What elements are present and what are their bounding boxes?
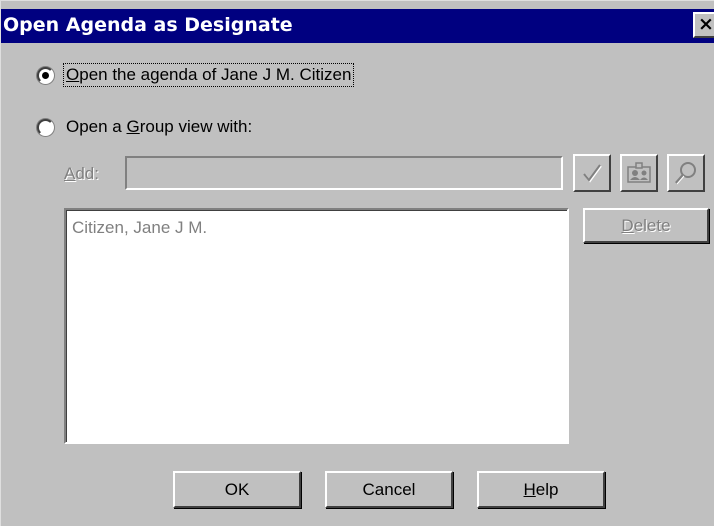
help-button[interactable]: Help: [477, 471, 605, 508]
add-label-text: dd:: [75, 164, 99, 183]
attendee-list[interactable]: Citizen, Jane J M.: [64, 208, 569, 444]
delete-label: Delete: [621, 216, 670, 236]
check-button[interactable]: [573, 154, 611, 192]
radio-own-agenda-label[interactable]: Open the agenda of Jane J M. Citizen: [62, 63, 355, 87]
title-bar: Open Agenda as Designate ×: [1, 9, 714, 43]
mnemonic-g: G: [126, 117, 140, 136]
add-input[interactable]: [125, 156, 563, 190]
address-book-button[interactable]: [620, 154, 658, 192]
mnemonic-h: H: [523, 479, 536, 499]
magnifier-icon: [675, 162, 696, 185]
radio-own-agenda-row[interactable]: Open the agenda of Jane J M. Citizen: [37, 63, 355, 87]
close-icon: ×: [698, 13, 714, 35]
radio-group-view-suffix: roup view with:: [139, 117, 253, 136]
address-book-icon: [627, 162, 651, 183]
list-item[interactable]: Citizen, Jane J M.: [72, 218, 207, 238]
ok-label: OK: [224, 479, 250, 499]
radio-group-view-row[interactable]: Open a Group view with:: [37, 115, 254, 139]
delete-label-rest: elete: [633, 215, 671, 235]
dialog: Open Agenda as Designate × Open the agen…: [0, 0, 714, 526]
window-title: Open Agenda as Designate: [3, 14, 293, 36]
cancel-button[interactable]: Cancel: [325, 471, 453, 508]
ok-button[interactable]: OK: [173, 471, 301, 508]
help-label-rest: elp: [535, 479, 559, 499]
radio-own-agenda[interactable]: [37, 66, 54, 84]
delete-button[interactable]: Delete: [583, 208, 709, 243]
mnemonic-o: O: [66, 65, 80, 84]
mnemonic-a: A: [64, 164, 76, 183]
radio-group-view[interactable]: [37, 118, 54, 136]
search-button[interactable]: [667, 154, 705, 192]
check-icon: [583, 164, 602, 183]
radio-own-agenda-text: pen the agenda of Jane J M. Citizen: [79, 65, 352, 84]
mnemonic-d: D: [621, 215, 634, 235]
radio-group-view-prefix: Open a: [66, 117, 127, 136]
add-label: Add:: [64, 164, 99, 184]
close-button[interactable]: ×: [693, 12, 714, 38]
cancel-label: Cancel: [362, 479, 416, 499]
radio-group-view-label[interactable]: Open a Group view with:: [64, 116, 254, 138]
help-label: Help: [524, 480, 559, 500]
